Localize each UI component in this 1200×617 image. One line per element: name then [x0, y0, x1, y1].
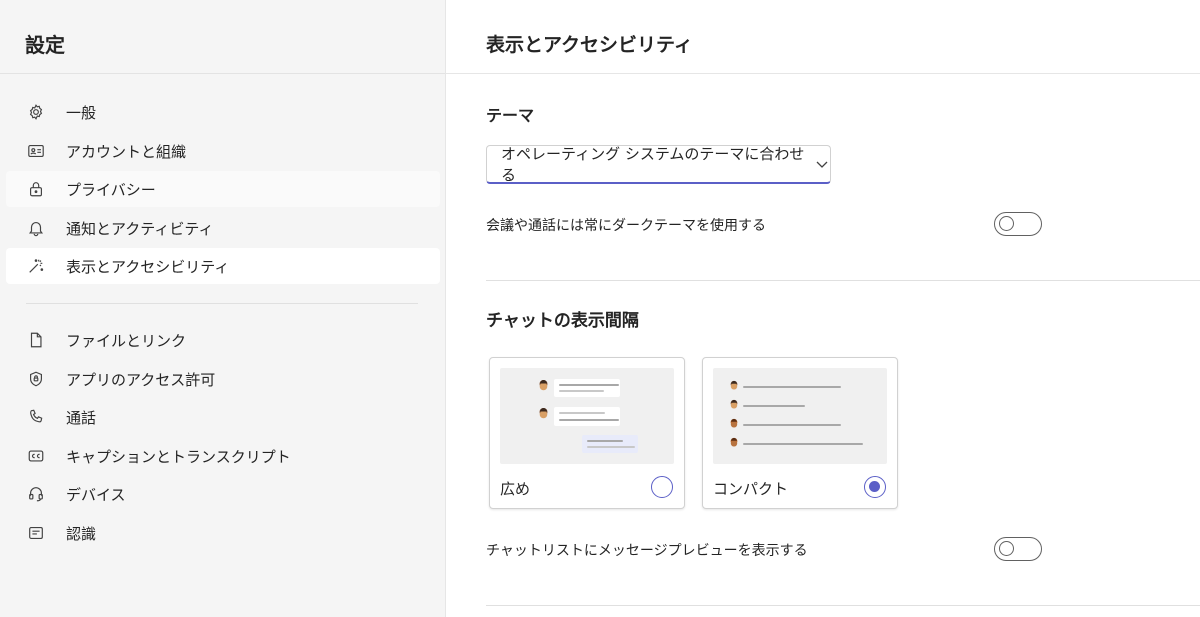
sidebar-item-calls[interactable]: 通話 — [6, 399, 440, 435]
preview-line — [743, 386, 841, 388]
sidebar-item-recognition[interactable]: 認識 — [6, 515, 440, 551]
compact-preview — [713, 368, 887, 464]
density-card-compact[interactable]: コンパクト — [702, 357, 898, 509]
sidebar-item-label: キャプションとトランスクリプト — [66, 447, 291, 466]
sidebar-item-label: プライバシー — [66, 180, 156, 199]
sidebar-item-app-permissions[interactable]: アプリのアクセス許可 — [6, 361, 440, 397]
sidebar-item-label: 一般 — [66, 103, 97, 122]
preview-line — [559, 412, 605, 414]
sidebar-item-label: デバイス — [66, 485, 126, 504]
sidebar-item-notifications[interactable]: 通知とアクティビティ — [6, 210, 440, 246]
sidebar-header: 設定 — [0, 0, 445, 74]
dark-meetings-toggle[interactable] — [994, 212, 1042, 236]
section-divider — [486, 280, 1200, 281]
density-comfy-label: 広め — [500, 480, 531, 498]
avatar-icon — [730, 418, 738, 428]
message-preview-label: チャットリストにメッセージプレビューを表示する — [486, 543, 808, 559]
toggle-knob — [999, 216, 1014, 231]
sidebar-item-devices[interactable]: デバイス — [6, 476, 440, 512]
magic-wand-icon — [26, 256, 46, 276]
preview-line — [743, 443, 863, 445]
sidebar-item-display-accessibility[interactable]: 表示とアクセシビリティ — [6, 248, 440, 284]
sidebar-divider — [26, 303, 418, 304]
document-icon — [26, 330, 46, 350]
sidebar-item-label: ファイルとリンク — [66, 331, 187, 350]
sidebar-item-privacy[interactable]: プライバシー — [6, 171, 440, 207]
avatar-icon — [730, 399, 738, 409]
preview-line — [743, 424, 841, 426]
sidebar-item-files-links[interactable]: ファイルとリンク — [6, 322, 440, 358]
phone-icon — [26, 407, 46, 427]
density-comfy-radio[interactable] — [651, 476, 673, 498]
headset-icon — [26, 484, 46, 504]
page-title: 表示とアクセシビリティ — [486, 34, 693, 56]
preview-line — [559, 390, 604, 392]
theme-dropdown-value: オペレーティング システムのテーマに合わせる — [501, 145, 805, 184]
chat-density-heading: チャットの表示間隔 — [486, 311, 639, 331]
preview-line — [559, 384, 619, 386]
preview-line — [587, 440, 623, 442]
theme-dropdown[interactable]: オペレーティング システムのテーマに合わせる — [486, 145, 831, 184]
avatar-icon — [730, 380, 738, 390]
sidebar-item-label: 通知とアクティビティ — [66, 219, 214, 238]
text-box-icon — [26, 523, 46, 543]
shield-icon — [26, 369, 46, 389]
density-card-comfy[interactable]: 広め — [489, 357, 685, 509]
gear-icon — [26, 102, 46, 122]
message-preview-toggle[interactable] — [994, 537, 1042, 561]
settings-sidebar: 設定 一般 アカウントと組織 プライバシー 通知とアクティビティ 表示とアクセシ… — [0, 0, 446, 617]
sidebar-item-label: 通話 — [66, 408, 97, 427]
comfy-preview — [500, 368, 674, 464]
preview-line — [743, 405, 805, 407]
dark-meetings-label: 会議や通話には常にダークテーマを使用する — [486, 218, 766, 234]
sidebar-item-label: 表示とアクセシビリティ — [66, 257, 230, 276]
message-bubble — [554, 379, 620, 397]
sidebar-item-label: アカウントと組織 — [66, 142, 187, 161]
theme-heading: テーマ — [486, 106, 535, 125]
message-bubble-mine — [582, 435, 638, 453]
avatar-icon — [539, 408, 548, 419]
sidebar-item-general[interactable]: 一般 — [6, 94, 440, 130]
avatar-icon — [539, 380, 548, 391]
contact-card-icon — [26, 141, 46, 161]
message-bubble — [554, 407, 620, 426]
toggle-knob — [999, 541, 1014, 556]
settings-main-panel: 表示とアクセシビリティ テーマ オペレーティング システムのテーマに合わせる 会… — [446, 0, 1200, 617]
section-divider — [486, 605, 1200, 606]
preview-line — [587, 446, 635, 448]
sidebar-item-label: 認識 — [66, 524, 97, 543]
closed-caption-icon — [26, 446, 46, 466]
sidebar-title: 設定 — [25, 33, 65, 57]
main-header: 表示とアクセシビリティ — [446, 0, 1200, 74]
preview-line — [559, 419, 619, 421]
bell-icon — [26, 218, 46, 238]
chevron-down-icon — [814, 156, 830, 172]
sidebar-item-account[interactable]: アカウントと組織 — [6, 133, 440, 169]
sidebar-item-captions[interactable]: キャプションとトランスクリプト — [6, 438, 440, 474]
density-compact-radio[interactable] — [864, 476, 886, 498]
density-compact-label: コンパクト — [713, 480, 789, 498]
avatar-icon — [730, 437, 738, 447]
lock-icon — [26, 179, 46, 199]
sidebar-item-label: アプリのアクセス許可 — [66, 370, 216, 389]
